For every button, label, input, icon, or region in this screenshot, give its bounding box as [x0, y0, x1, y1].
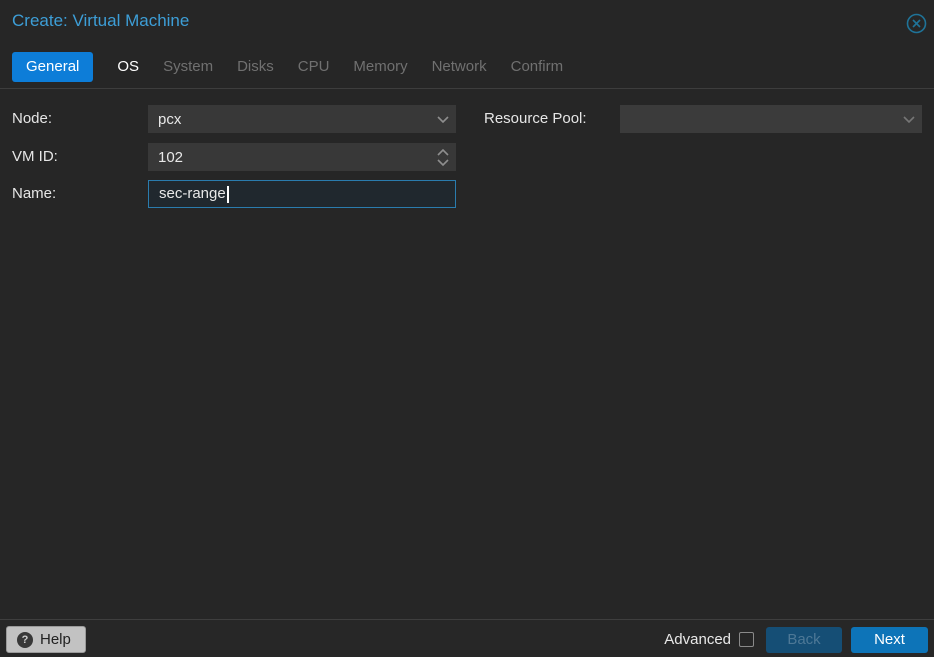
name-label: Name: [12, 185, 57, 202]
tab-system: System [163, 58, 214, 75]
tab-network: Network [431, 58, 487, 75]
vmid-value: 102 [158, 148, 184, 166]
tab-memory: Memory [353, 58, 408, 75]
tab-cpu: CPU [297, 58, 330, 75]
tab-disks: Disks [237, 58, 274, 75]
dialog-title: Create: Virtual Machine [12, 11, 190, 30]
tab-general[interactable]: General [12, 52, 94, 82]
next-button[interactable]: Next [851, 626, 928, 653]
chevron-down-icon [896, 105, 922, 133]
resource-pool-label: Resource Pool: [484, 110, 587, 127]
text-cursor [226, 185, 229, 203]
vmid-spinner[interactable]: 102 [148, 143, 456, 171]
help-button[interactable]: ? Help [6, 626, 86, 653]
node-combobox[interactable]: pcx [148, 105, 456, 133]
help-button-label: Help [40, 631, 71, 648]
name-value: sec-range [149, 185, 455, 203]
vmid-label: VM ID: [12, 148, 58, 165]
question-mark-icon: ? [17, 631, 33, 648]
back-button[interactable]: Back [766, 626, 842, 653]
resource-pool-combobox[interactable] [620, 105, 922, 133]
close-button[interactable] [905, 12, 927, 34]
node-value: pcx [158, 110, 182, 128]
circle-x-icon [906, 13, 927, 34]
wizard-tabbar: General OS System Disks CPU Memory Netwo… [12, 52, 563, 82]
advanced-label: Advanced [664, 631, 731, 648]
spinner-up-down-icon[interactable] [430, 143, 456, 171]
chevron-down-icon[interactable] [430, 105, 456, 133]
advanced-checkbox[interactable] [739, 632, 754, 647]
tab-os[interactable]: OS [117, 52, 139, 82]
tabbar-separator [0, 88, 934, 89]
name-input[interactable]: sec-range [148, 180, 456, 208]
node-label: Node: [12, 110, 53, 127]
tab-confirm: Confirm [510, 58, 564, 75]
create-vm-dialog: Create: Virtual Machine General OS Syste… [0, 0, 934, 657]
dialog-footer: ? Help Advanced Back Next [0, 619, 934, 657]
